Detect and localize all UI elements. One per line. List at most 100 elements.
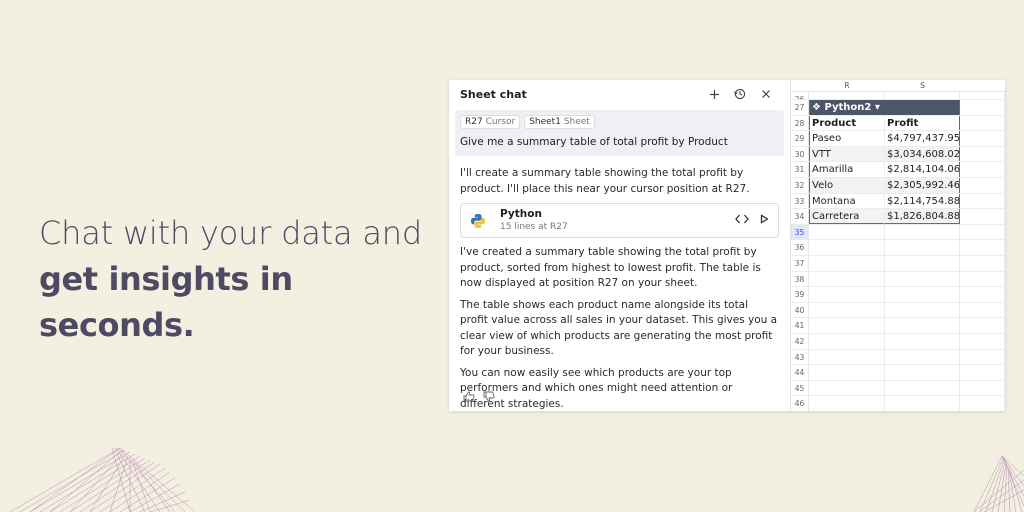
code-view-icon[interactable]: [735, 214, 749, 227]
cell[interactable]: [809, 365, 885, 380]
cell[interactable]: [960, 365, 1005, 380]
cell[interactable]: [809, 396, 885, 411]
product-cell[interactable]: Paseo: [809, 131, 885, 146]
cell[interactable]: [960, 349, 1005, 365]
cell[interactable]: [885, 380, 960, 396]
code-card[interactable]: Python 15 lines at R27: [460, 203, 779, 238]
chevron-down-icon[interactable]: ▾: [875, 102, 880, 113]
cell[interactable]: [960, 396, 1005, 411]
row-number[interactable]: 39: [791, 287, 809, 302]
context-chip-cursor[interactable]: R27 Cursor: [460, 115, 521, 129]
product-cell[interactable]: Amarilla: [809, 162, 885, 177]
row-number[interactable]: 27: [791, 100, 809, 115]
product-cell[interactable]: Montana: [809, 193, 885, 209]
profit-cell[interactable]: $2,114,754.88: [885, 193, 960, 209]
cell[interactable]: [885, 92, 960, 99]
cell[interactable]: [809, 224, 885, 240]
cell[interactable]: [960, 193, 1005, 209]
context-chip-sheet[interactable]: Sheet1 Sheet: [524, 115, 595, 129]
row-number[interactable]: 37: [791, 255, 809, 271]
cell[interactable]: [809, 287, 885, 302]
row-number[interactable]: 31: [791, 162, 809, 177]
row-number[interactable]: 26: [791, 92, 809, 99]
cell[interactable]: [809, 302, 885, 318]
code-table-name[interactable]: ❖ Python2 ▾: [809, 100, 960, 115]
cell[interactable]: [885, 255, 960, 271]
row-number[interactable]: 46: [791, 396, 809, 411]
row-number[interactable]: 42: [791, 333, 809, 349]
cell[interactable]: [809, 240, 885, 255]
cell[interactable]: [809, 271, 885, 287]
thumbs-down-icon[interactable]: [483, 391, 495, 405]
cell[interactable]: [960, 209, 1005, 224]
cell[interactable]: [960, 92, 1005, 99]
cell[interactable]: [885, 302, 960, 318]
row-number[interactable]: 29: [791, 131, 809, 146]
row-number[interactable]: 33: [791, 193, 809, 209]
cell[interactable]: [809, 255, 885, 271]
column-header-s[interactable]: S: [885, 80, 960, 91]
profit-cell[interactable]: $2,814,104.06: [885, 162, 960, 177]
cell[interactable]: [960, 302, 1005, 318]
table-column-header[interactable]: Profit: [885, 115, 960, 131]
cell[interactable]: [885, 396, 960, 411]
plus-icon[interactable]: [701, 84, 727, 104]
cell[interactable]: [885, 287, 960, 302]
run-icon[interactable]: [759, 214, 769, 227]
row-number[interactable]: 40: [791, 302, 809, 318]
profit-cell[interactable]: $1,826,804.88: [885, 209, 960, 224]
cell[interactable]: [885, 333, 960, 349]
cell[interactable]: [885, 365, 960, 380]
cell[interactable]: [960, 287, 1005, 302]
row-number[interactable]: 38: [791, 271, 809, 287]
row-number[interactable]: 34: [791, 209, 809, 224]
row-number[interactable]: 32: [791, 177, 809, 193]
row-number[interactable]: 36: [791, 240, 809, 255]
cell[interactable]: [960, 318, 1005, 333]
cell[interactable]: [960, 240, 1005, 255]
cell[interactable]: [960, 380, 1005, 396]
cell[interactable]: [809, 349, 885, 365]
cell[interactable]: [809, 380, 885, 396]
product-cell[interactable]: VTT: [809, 146, 885, 162]
cell[interactable]: [885, 349, 960, 365]
cell[interactable]: [885, 240, 960, 255]
cell[interactable]: [960, 333, 1005, 349]
cell[interactable]: [960, 100, 1005, 115]
spreadsheet[interactable]: R S 26 27 ❖ Python2 ▾ 28 Product Profit 29 Pase…: [791, 80, 1005, 411]
row-number[interactable]: 41: [791, 318, 809, 333]
column-header-r[interactable]: R: [809, 80, 885, 91]
cell[interactable]: [960, 177, 1005, 193]
thumbs-up-icon[interactable]: [463, 391, 475, 405]
product-cell[interactable]: Carretera: [809, 209, 885, 224]
cell[interactable]: [809, 92, 885, 99]
select-all-corner[interactable]: [791, 80, 809, 91]
profit-cell[interactable]: $4,797,437.95: [885, 131, 960, 146]
cell[interactable]: [885, 224, 960, 240]
product-cell[interactable]: Velo: [809, 177, 885, 193]
cell[interactable]: [885, 271, 960, 287]
sheet-row: 37: [791, 255, 1005, 272]
cell[interactable]: [885, 318, 960, 333]
row-number[interactable]: 44: [791, 365, 809, 380]
table-column-header[interactable]: Product: [809, 115, 885, 131]
sheet-grid[interactable]: 26 27 ❖ Python2 ▾ 28 Product Profit 29 Paseo $4,…: [791, 92, 1005, 411]
cell[interactable]: [960, 224, 1005, 240]
cell[interactable]: [809, 333, 885, 349]
cell[interactable]: [960, 131, 1005, 146]
cell[interactable]: [960, 115, 1005, 131]
profit-cell[interactable]: $3,034,608.02: [885, 146, 960, 162]
history-icon[interactable]: [727, 84, 753, 104]
row-number[interactable]: 35: [791, 224, 809, 240]
cell[interactable]: [960, 255, 1005, 271]
row-number[interactable]: 43: [791, 349, 809, 365]
cell[interactable]: [809, 318, 885, 333]
cell[interactable]: [960, 162, 1005, 177]
close-icon[interactable]: [753, 84, 779, 104]
profit-cell[interactable]: $2,305,992.46: [885, 177, 960, 193]
cell[interactable]: [960, 146, 1005, 162]
row-number[interactable]: 45: [791, 380, 809, 396]
row-number[interactable]: 28: [791, 115, 809, 131]
cell[interactable]: [960, 271, 1005, 287]
row-number[interactable]: 30: [791, 146, 809, 162]
